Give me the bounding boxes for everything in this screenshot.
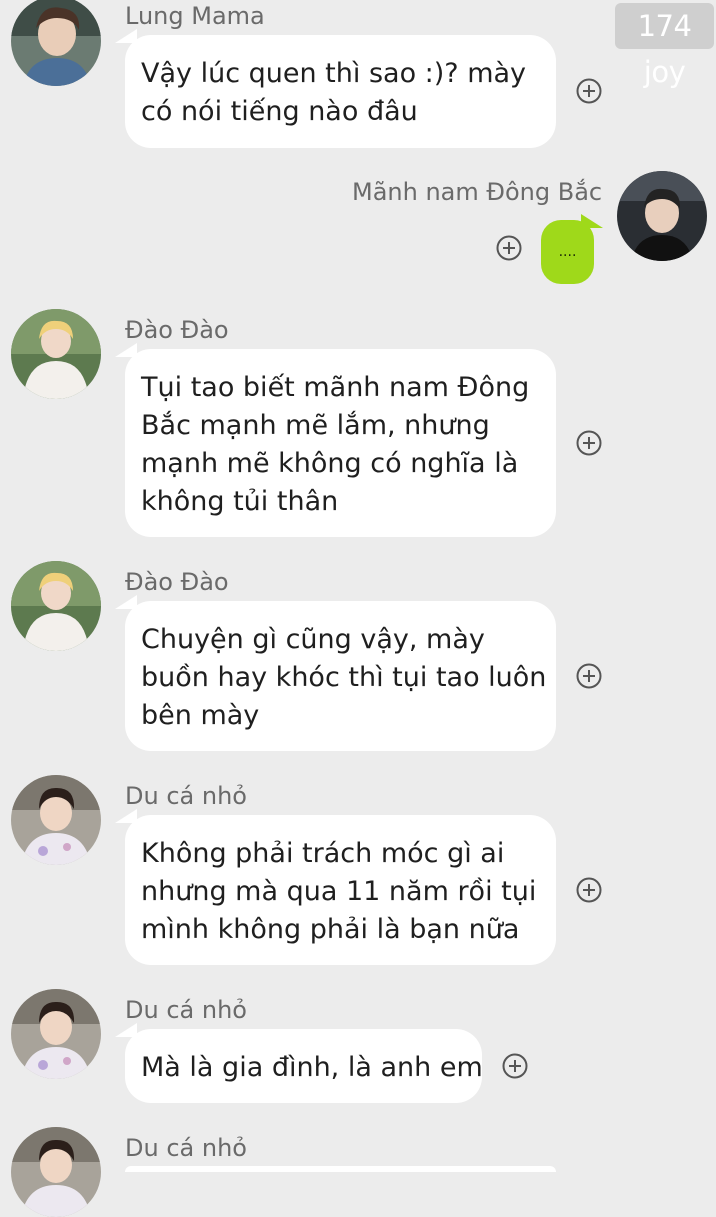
sender-name: Mãnh nam Đông Bắc [352,178,603,206]
bubble-tail [115,595,137,609]
sender-name: Lung Mama [125,2,265,30]
message-text: Mà là gia đình, là anh em [141,1052,483,1083]
sender-name: Du cá nhỏ [125,996,247,1024]
bubble-tail [115,343,137,357]
message-text: Bắc mạnh mẽ lắm, nhưng [141,410,490,441]
message-text: .... [558,244,577,260]
message-text: nhưng mà qua 11 năm rồi tụi [141,876,537,907]
sender-name: Đào Đào [125,316,229,344]
plus-circle-icon[interactable] [576,877,602,903]
message-bubble[interactable] [125,1166,556,1172]
avatar[interactable] [11,309,101,399]
watermark: 174 joy [615,3,714,89]
message-bubble[interactable]: Không phải trách móc gì ai nhưng mà qua … [115,809,556,965]
sender-name: Du cá nhỏ [125,782,247,810]
avatar[interactable] [11,989,101,1079]
bubble-tail [115,29,137,43]
avatar[interactable] [11,0,101,86]
message-text: buồn hay khóc thì tụi tao luôn [141,662,547,693]
message-text: Vậy lúc quen thì sao :)? mày [141,58,527,89]
plus-circle-icon[interactable] [576,430,602,456]
avatar[interactable] [11,561,101,651]
message-text: Không phải trách móc gì ai [141,838,505,869]
message-text: không tủi thân [141,486,339,517]
message-text: mình không phải là bạn nữa [141,914,520,945]
message-bubble-self[interactable]: .... [541,214,603,284]
message-text: mạnh mẽ không có nghĩa là [141,448,519,479]
bubble-tail [115,1023,137,1037]
message-bubble[interactable]: Vậy lúc quen thì sao :)? mày có nói tiến… [115,29,556,148]
plus-circle-icon[interactable] [502,1053,528,1079]
message-bubble[interactable]: Chuyện gì cũng vậy, mày buồn hay khóc th… [115,595,556,751]
message-text: có nói tiếng nào đâu [141,96,418,127]
plus-circle-icon[interactable] [576,78,602,104]
bubble-tail [581,214,603,228]
message-text: bên mày [141,700,260,731]
message-text: Chuyện gì cũng vậy, mày [141,624,485,655]
avatar[interactable] [11,1127,101,1217]
message-text: Tụi tao biết mãnh nam Đông [141,372,530,403]
sender-name: Đào Đào [125,568,229,596]
bubble-tail [115,809,137,823]
avatar[interactable] [11,775,101,865]
sender-name: Du cá nhỏ [125,1134,247,1162]
plus-circle-icon[interactable] [576,663,602,689]
message-bubble[interactable]: Mà là gia đình, là anh em [115,1023,483,1103]
plus-circle-icon[interactable] [496,235,522,261]
avatar[interactable] [617,171,707,261]
message-bubble[interactable]: Tụi tao biết mãnh nam Đông Bắc mạnh mẽ l… [115,343,556,537]
